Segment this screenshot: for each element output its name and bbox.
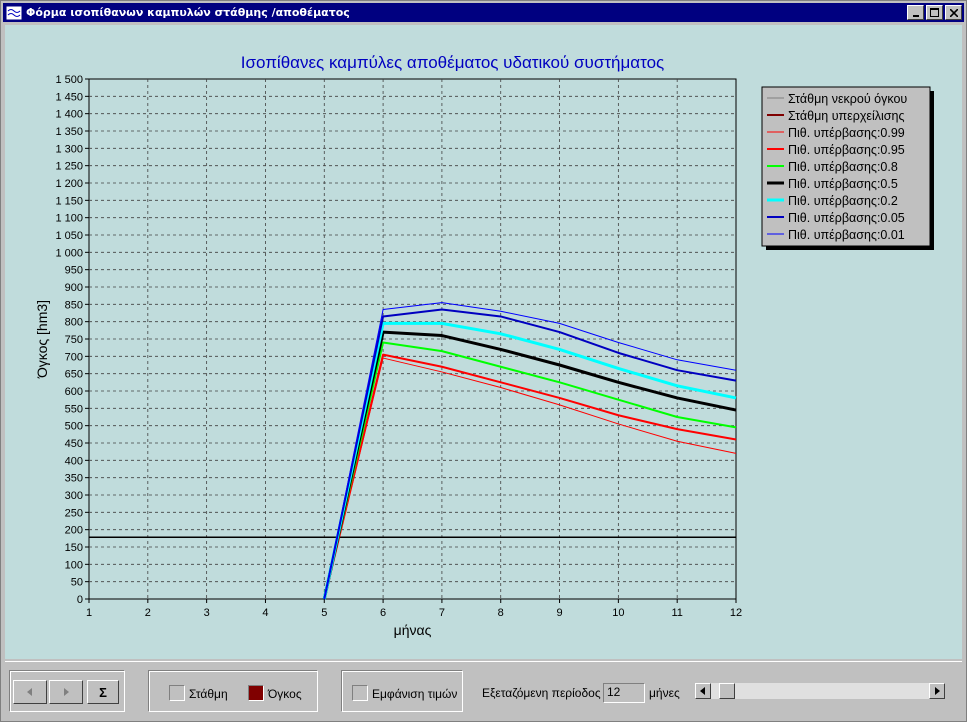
x-tick-label: 1 <box>86 607 92 619</box>
next-button[interactable] <box>49 680 83 704</box>
y-tick-label: 400 <box>65 455 83 467</box>
chart: Ισοπίθανες καμπύλες αποθέματος υδατικού … <box>34 53 934 638</box>
ogkos-label: Όγκος <box>268 687 302 701</box>
stathmi-label: Στάθμη <box>189 687 228 701</box>
x-tick-label: 6 <box>380 607 386 619</box>
sum-label: Σ <box>99 684 107 700</box>
y-tick-label: 800 <box>65 317 83 329</box>
y-tick-label: 200 <box>65 525 83 537</box>
y-tick-label: 600 <box>65 386 83 398</box>
sum-button[interactable]: Σ <box>87 680 119 704</box>
y-tick-label: 700 <box>65 351 83 363</box>
ogkos-checkbox[interactable] <box>248 685 264 701</box>
x-tick-label: 9 <box>556 607 562 619</box>
stathmi-checkbox[interactable] <box>169 685 185 701</box>
chart-panel: Ισοπίθανες καμπύλες αποθέματος υδατικού … <box>5 25 962 659</box>
window-title: Φόρμα ισοπίθανων καμπυλών στάθμης /αποθέ… <box>26 6 350 19</box>
prev-button[interactable] <box>13 680 47 704</box>
y-tick-label: 100 <box>65 559 83 571</box>
show-values-checkbox[interactable] <box>352 685 368 701</box>
x-tick-label: 12 <box>730 607 742 619</box>
scroll-left-button[interactable] <box>695 683 711 699</box>
period-unit: μήνες <box>649 686 680 700</box>
scroll-thumb[interactable] <box>719 683 735 699</box>
title-bar[interactable]: Φόρμα ισοπίθανων καμπυλών στάθμης /αποθέ… <box>3 3 964 22</box>
arrow-right-icon <box>64 688 69 696</box>
y-tick-label: 50 <box>71 577 83 589</box>
x-tick-label: 7 <box>439 607 445 619</box>
y-tick-label: 850 <box>65 299 83 311</box>
y-tick-label: 1 350 <box>55 126 83 138</box>
x-tick-label: 5 <box>321 607 327 619</box>
close-icon[interactable] <box>945 5 962 20</box>
period-scrollbar[interactable] <box>695 683 945 699</box>
arrow-left-icon <box>700 687 705 695</box>
y-tick-label: 1 500 <box>55 74 83 86</box>
legend-label: Πιθ. υπέρβασης:0.8 <box>788 160 898 174</box>
show-values-label: Εμφάνιση τιμών <box>372 687 458 701</box>
y-tick-label: 650 <box>65 369 83 381</box>
y-tick-label: 0 <box>77 594 83 606</box>
y-tick-label: 900 <box>65 282 83 294</box>
y-tick-label: 500 <box>65 421 83 433</box>
y-tick-label: 1 050 <box>55 230 83 242</box>
wave-app-icon <box>6 5 22 20</box>
legend-label: Πιθ. υπέρβασης:0.95 <box>788 143 905 157</box>
y-axis-label: Όγκος [hm3] <box>34 300 50 379</box>
x-axis-label: μήνας <box>394 622 432 638</box>
scroll-right-button[interactable] <box>929 683 945 699</box>
legend-label: Στάθμη υπερχείλισης <box>788 109 904 123</box>
chart-title: Ισοπίθανες καμπύλες αποθέματος υδατικού … <box>241 53 664 72</box>
x-tick-label: 8 <box>498 607 504 619</box>
x-tick-label: 2 <box>145 607 151 619</box>
y-tick-label: 1 250 <box>55 161 83 173</box>
x-tick-label: 11 <box>671 607 682 619</box>
main-window: Φόρμα ισοπίθανων καμπυλών στάθμης /αποθέ… <box>0 0 967 722</box>
y-tick-label: 150 <box>65 542 83 554</box>
legend-label: Στάθμη νεκρού όγκου <box>788 92 907 106</box>
y-tick-label: 250 <box>65 507 83 519</box>
arrow-right-icon <box>935 687 940 695</box>
y-tick-label: 1 300 <box>55 143 83 155</box>
period-label: Εξεταζόμενη περίοδος : <box>482 686 608 700</box>
minimize-icon[interactable] <box>907 5 924 20</box>
legend-label: Πιθ. υπέρβασης:0.05 <box>788 211 905 225</box>
maximize-icon[interactable] <box>926 5 943 20</box>
y-tick-label: 550 <box>65 403 83 415</box>
period-input[interactable]: 12 <box>603 683 645 703</box>
x-tick-label: 10 <box>612 607 624 619</box>
y-tick-label: 1 100 <box>55 213 83 225</box>
y-tick-label: 1 000 <box>55 247 83 259</box>
y-tick-label: 300 <box>65 490 83 502</box>
x-tick-label: 3 <box>204 607 210 619</box>
y-tick-label: 750 <box>65 334 83 346</box>
legend-label: Πιθ. υπέρβασης:0.01 <box>788 228 905 242</box>
y-tick-label: 1 150 <box>55 195 83 207</box>
legend-label: Πιθ. υπέρβασης:0.99 <box>788 126 905 140</box>
bottom-toolbar: Σ Στάθμη Όγκος Εμφάνιση τιμών Εξεταζόμεν… <box>5 661 962 720</box>
y-tick-label: 1 200 <box>55 178 83 190</box>
legend-label: Πιθ. υπέρβασης:0.5 <box>788 177 898 191</box>
y-tick-label: 1 400 <box>55 109 83 121</box>
y-tick-label: 450 <box>65 438 83 450</box>
legend-label: Πιθ. υπέρβασης:0.2 <box>788 194 898 208</box>
y-tick-label: 1 450 <box>55 91 83 103</box>
y-tick-label: 350 <box>65 473 83 485</box>
y-tick-label: 950 <box>65 265 83 277</box>
x-tick-label: 4 <box>262 607 268 619</box>
arrow-left-icon <box>27 688 32 696</box>
